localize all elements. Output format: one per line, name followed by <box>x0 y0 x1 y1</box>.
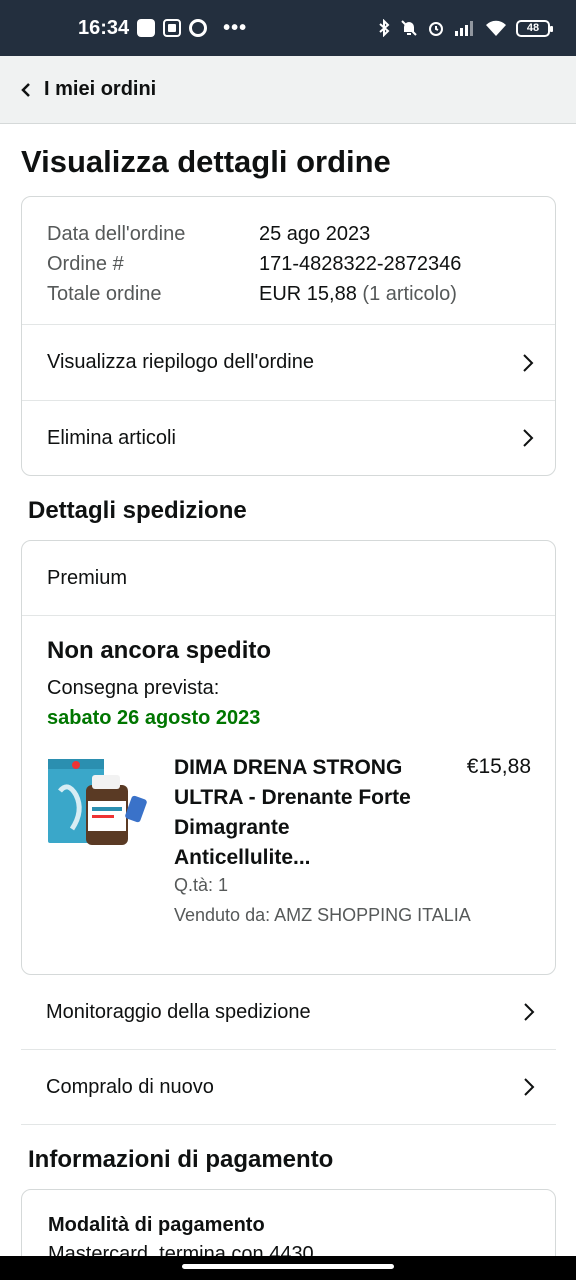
product-price: €15,88 <box>466 755 531 778</box>
track-shipment-label: Monitoraggio della spedizione <box>46 1000 311 1023</box>
order-total-row: Totale ordine EUR 15,88 (1 articolo) <box>47 279 530 309</box>
shipment-status: Non ancora spedito <box>47 637 272 664</box>
delivery-date: sabato 26 agosto 2023 <box>47 707 261 729</box>
battery-level: 48 <box>526 22 540 34</box>
delivery-label: Consegna prevista: <box>47 677 220 699</box>
status-left: 16:34 ••• <box>78 0 247 56</box>
home-gesture-handle[interactable] <box>182 1264 394 1269</box>
status-time: 16:34 <box>78 16 130 39</box>
signal-icon <box>455 21 473 36</box>
delete-items-label: Elimina articoli <box>47 426 176 449</box>
product-quantity: Q.tà: 1 <box>174 875 229 895</box>
wifi-icon <box>486 20 506 36</box>
status-bar: 16:34 ••• 48 <box>0 0 576 56</box>
alarm-icon <box>429 22 443 36</box>
delete-items-link[interactable]: Elimina articoli <box>22 400 555 475</box>
chevron-right-icon <box>524 1078 535 1096</box>
order-date-value: 25 ago 2023 <box>259 222 371 245</box>
more-notifications-icon: ••• <box>223 16 248 39</box>
view-order-summary-link[interactable]: Visualizza riepilogo dell'ordine <box>22 325 555 400</box>
mute-bell-icon <box>401 20 417 36</box>
order-total-value: EUR 15,88 <box>259 282 357 305</box>
back-chevron-icon[interactable] <box>20 81 32 99</box>
buy-again-link[interactable]: Compralo di nuovo <box>21 1050 556 1125</box>
order-total-items: (1 articolo) <box>362 282 457 305</box>
circle-notification-icon <box>189 19 208 37</box>
system-navigation-bar <box>0 1256 576 1280</box>
order-total-value-wrap: EUR 15,88 (1 articolo) <box>259 283 457 306</box>
payment-section-title: Informazioni di pagamento <box>28 1146 334 1173</box>
shipping-type: Premium <box>22 541 555 616</box>
chevron-right-icon <box>524 1003 535 1021</box>
order-total-label: Totale ordine <box>47 282 162 305</box>
order-info: Data dell'ordine 25 ago 2023 Ordine # 17… <box>22 197 555 325</box>
payment-method-title: Modalità di pagamento <box>48 1214 265 1236</box>
top-navigation: I miei ordini <box>0 56 576 124</box>
order-number-label: Ordine # <box>47 252 124 275</box>
order-summary-card: Data dell'ordine 25 ago 2023 Ordine # 17… <box>21 196 556 476</box>
view-order-summary-label: Visualizza riepilogo dell'ordine <box>47 351 314 373</box>
product-seller: Venduto da: AMZ SHOPPING ITALIA <box>174 905 471 925</box>
chevron-right-icon <box>523 429 534 447</box>
product-image[interactable] <box>46 751 152 857</box>
gallery-notification-icon <box>163 19 182 37</box>
track-shipment-link[interactable]: Monitoraggio della spedizione <box>21 975 556 1050</box>
shipping-section-title: Dettagli spedizione <box>28 497 247 524</box>
shipment-card: Premium Non ancora spedito Consegna prev… <box>21 540 556 975</box>
buy-again-label: Compralo di nuovo <box>46 1075 214 1098</box>
page-title: Visualizza dettagli ordine <box>21 144 391 179</box>
order-date-label: Data dell'ordine <box>47 222 186 245</box>
chevron-right-icon <box>523 353 534 372</box>
product-title-link[interactable]: DIMA DRENA STRONG ULTRA - Drenante Forte… <box>174 753 424 873</box>
status-right: 48 <box>377 0 553 56</box>
back-link-my-orders[interactable]: I miei ordini <box>44 78 156 101</box>
order-date-row: Data dell'ordine 25 ago 2023 <box>47 219 530 249</box>
bluetooth-icon <box>379 19 390 37</box>
order-number-row: Ordine # 171-4828322-2872346 <box>47 249 530 279</box>
battery-icon: 48 <box>516 19 553 37</box>
order-number-value: 171-4828322-2872346 <box>259 252 462 275</box>
notification-icon <box>137 19 156 37</box>
